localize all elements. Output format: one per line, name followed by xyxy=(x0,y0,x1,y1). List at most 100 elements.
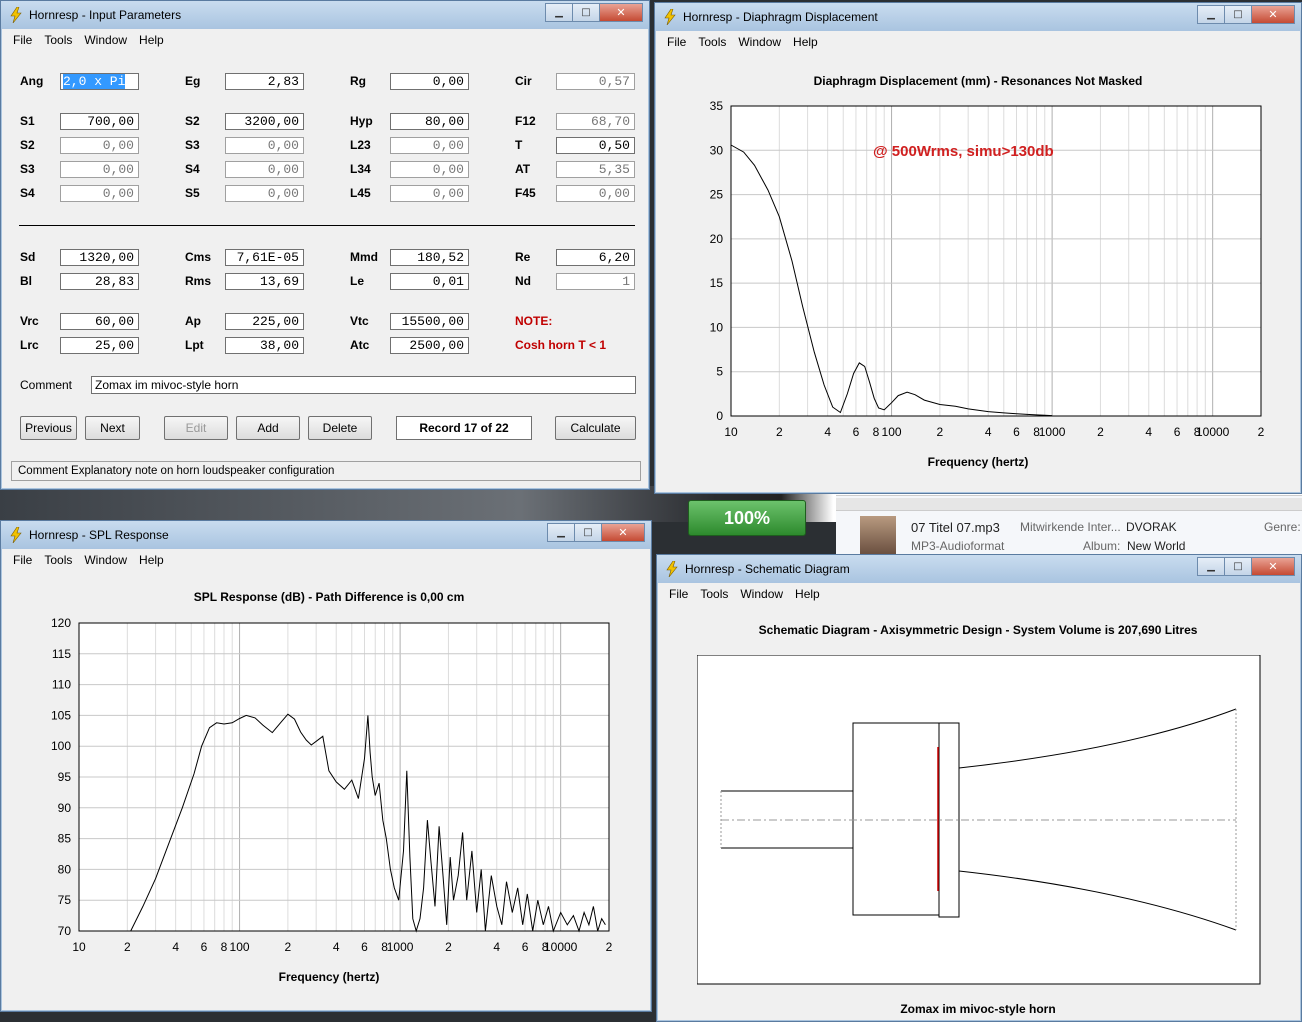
menu-tools[interactable]: Tools xyxy=(38,30,78,50)
param-input-t[interactable]: 0,50 xyxy=(556,137,635,154)
close-icon[interactable]: ✕ xyxy=(599,3,643,22)
param-input-eg[interactable]: 2,83 xyxy=(225,73,304,90)
param-input-cms[interactable]: 7,61E-05 xyxy=(225,249,304,266)
menu-window[interactable]: Window xyxy=(732,32,787,52)
x-tick-label: 2 xyxy=(124,940,131,954)
previous-button[interactable]: Previous xyxy=(20,416,77,440)
title-bar[interactable]: Hornresp - Schematic Diagram ▁ □ ✕ xyxy=(657,555,1301,583)
param-input-vtc[interactable]: 15500,00 xyxy=(390,313,469,330)
menu-window[interactable]: Window xyxy=(78,550,133,570)
param-input-s4[interactable]: 0,00 xyxy=(60,185,139,202)
param-input-l45[interactable]: 0,00 xyxy=(390,185,469,202)
close-icon[interactable]: ✕ xyxy=(1251,5,1295,24)
param-input-lpt[interactable]: 38,00 xyxy=(225,337,304,354)
close-icon[interactable]: ✕ xyxy=(601,523,645,542)
param-input-ang[interactable]: 2,0 x Pi xyxy=(60,73,139,90)
param-input-s3[interactable]: 0,00 xyxy=(225,137,304,154)
param-input-lrc[interactable]: 25,00 xyxy=(60,337,139,354)
param-input-cir[interactable]: 0,57 xyxy=(556,73,635,90)
record-indicator: Record 17 of 22 xyxy=(396,416,532,440)
param-input-mmd[interactable]: 180,52 xyxy=(390,249,469,266)
title-bar[interactable]: Hornresp - Diaphragm Displacement ▁ □ ✕ xyxy=(655,3,1301,31)
diaphragm-displacement-window: Hornresp - Diaphragm Displacement ▁ □ ✕ Fi… xyxy=(654,2,1302,494)
maximize-icon[interactable]: □ xyxy=(1224,557,1252,576)
menu-help[interactable]: Help xyxy=(133,550,170,570)
menu-help[interactable]: Help xyxy=(133,30,170,50)
menu-help[interactable]: Help xyxy=(787,32,824,52)
param-input-s5[interactable]: 0,00 xyxy=(225,185,304,202)
minimize-icon[interactable]: ▁ xyxy=(1197,557,1225,576)
x-tick-label: 10000 xyxy=(544,940,578,954)
param-input-vrc[interactable]: 60,00 xyxy=(60,313,139,330)
window-title: Hornresp - Input Parameters xyxy=(29,8,182,22)
minimize-icon[interactable]: ▁ xyxy=(545,3,573,22)
menu-bar: File Tools Window Help xyxy=(663,584,1295,604)
x-tick-label: 6 xyxy=(853,425,860,439)
param-input-rg[interactable]: 0,00 xyxy=(390,73,469,90)
param-input-s3[interactable]: 0,00 xyxy=(60,161,139,178)
add-button[interactable]: Add xyxy=(236,416,300,440)
menu-file[interactable]: File xyxy=(7,30,38,50)
menu-tools[interactable]: Tools xyxy=(692,32,732,52)
title-bar[interactable]: Hornresp - Input Parameters ▁ □ ✕ xyxy=(1,1,649,29)
param-input-f45[interactable]: 0,00 xyxy=(556,185,635,202)
param-input-rms[interactable]: 13,69 xyxy=(225,273,304,290)
menu-bar: File Tools Window Help xyxy=(7,550,645,570)
x-tick-label: 1000 xyxy=(1039,425,1066,439)
param-input-l34[interactable]: 0,00 xyxy=(390,161,469,178)
separator xyxy=(19,225,635,226)
menu-tools[interactable]: Tools xyxy=(38,550,78,570)
param-input-l23[interactable]: 0,00 xyxy=(390,137,469,154)
param-label-le: Le xyxy=(350,274,365,288)
maximize-icon[interactable]: □ xyxy=(574,523,602,542)
x-tick-label: 100 xyxy=(882,425,902,439)
param-input-s2[interactable]: 3200,00 xyxy=(225,113,304,130)
close-icon[interactable]: ✕ xyxy=(1251,557,1295,576)
x-tick-label: 4 xyxy=(493,940,500,954)
delete-button[interactable]: Delete xyxy=(308,416,372,440)
x-tick-label: 2 xyxy=(606,940,613,954)
minimize-icon[interactable]: ▁ xyxy=(547,523,575,542)
y-tick-label: 80 xyxy=(58,862,72,876)
media-scrollbar[interactable] xyxy=(836,498,1302,511)
spl-response-window: Hornresp - SPL Response ▁ □ ✕ File Tools W… xyxy=(0,520,652,1012)
menu-help[interactable]: Help xyxy=(789,584,826,604)
x-tick-label: 100 xyxy=(230,940,250,954)
param-label-l45: L45 xyxy=(350,186,371,200)
param-label-ang: Ang xyxy=(20,74,44,88)
param-input-ap[interactable]: 225,00 xyxy=(225,313,304,330)
param-input-s4[interactable]: 0,00 xyxy=(225,161,304,178)
param-input-at[interactable]: 5,35 xyxy=(556,161,635,178)
menu-file[interactable]: File xyxy=(661,32,692,52)
input-parameters-window: Hornresp - Input Parameters ▁ □ ✕ File Too… xyxy=(0,0,650,490)
param-input-nd[interactable]: 1 xyxy=(556,273,635,290)
param-input-re[interactable]: 6,20 xyxy=(556,249,635,266)
param-label-s1: S1 xyxy=(20,114,35,128)
menu-file[interactable]: File xyxy=(663,584,694,604)
x-tick-label: 4 xyxy=(985,425,992,439)
comment-input[interactable]: Zomax im mivoc-style horn xyxy=(91,376,636,394)
minimize-icon[interactable]: ▁ xyxy=(1197,5,1225,24)
param-input-sd[interactable]: 1320,00 xyxy=(60,249,139,266)
menu-tools[interactable]: Tools xyxy=(694,584,734,604)
maximize-icon[interactable]: □ xyxy=(572,3,600,22)
calculate-button[interactable]: Calculate xyxy=(555,416,636,440)
param-input-f12[interactable]: 68,70 xyxy=(556,113,635,130)
param-input-s1[interactable]: 700,00 xyxy=(60,113,139,130)
menu-window[interactable]: Window xyxy=(78,30,133,50)
edit-button[interactable]: Edit xyxy=(164,416,228,440)
title-bar[interactable]: Hornresp - SPL Response ▁ □ ✕ xyxy=(1,521,651,549)
menu-file[interactable]: File xyxy=(7,550,38,570)
maximize-icon[interactable]: □ xyxy=(1224,5,1252,24)
param-input-atc[interactable]: 2500,00 xyxy=(390,337,469,354)
menu-bar: File Tools Window Help xyxy=(661,32,1295,52)
y-tick-label: 90 xyxy=(58,801,72,815)
param-input-hyp[interactable]: 80,00 xyxy=(390,113,469,130)
param-input-s2[interactable]: 0,00 xyxy=(60,137,139,154)
menu-window[interactable]: Window xyxy=(734,584,789,604)
param-input-bl[interactable]: 28,83 xyxy=(60,273,139,290)
param-input-le[interactable]: 0,01 xyxy=(390,273,469,290)
param-label-lpt: Lpt xyxy=(185,338,204,352)
x-tick-label: 6 xyxy=(361,940,368,954)
next-button[interactable]: Next xyxy=(85,416,140,440)
